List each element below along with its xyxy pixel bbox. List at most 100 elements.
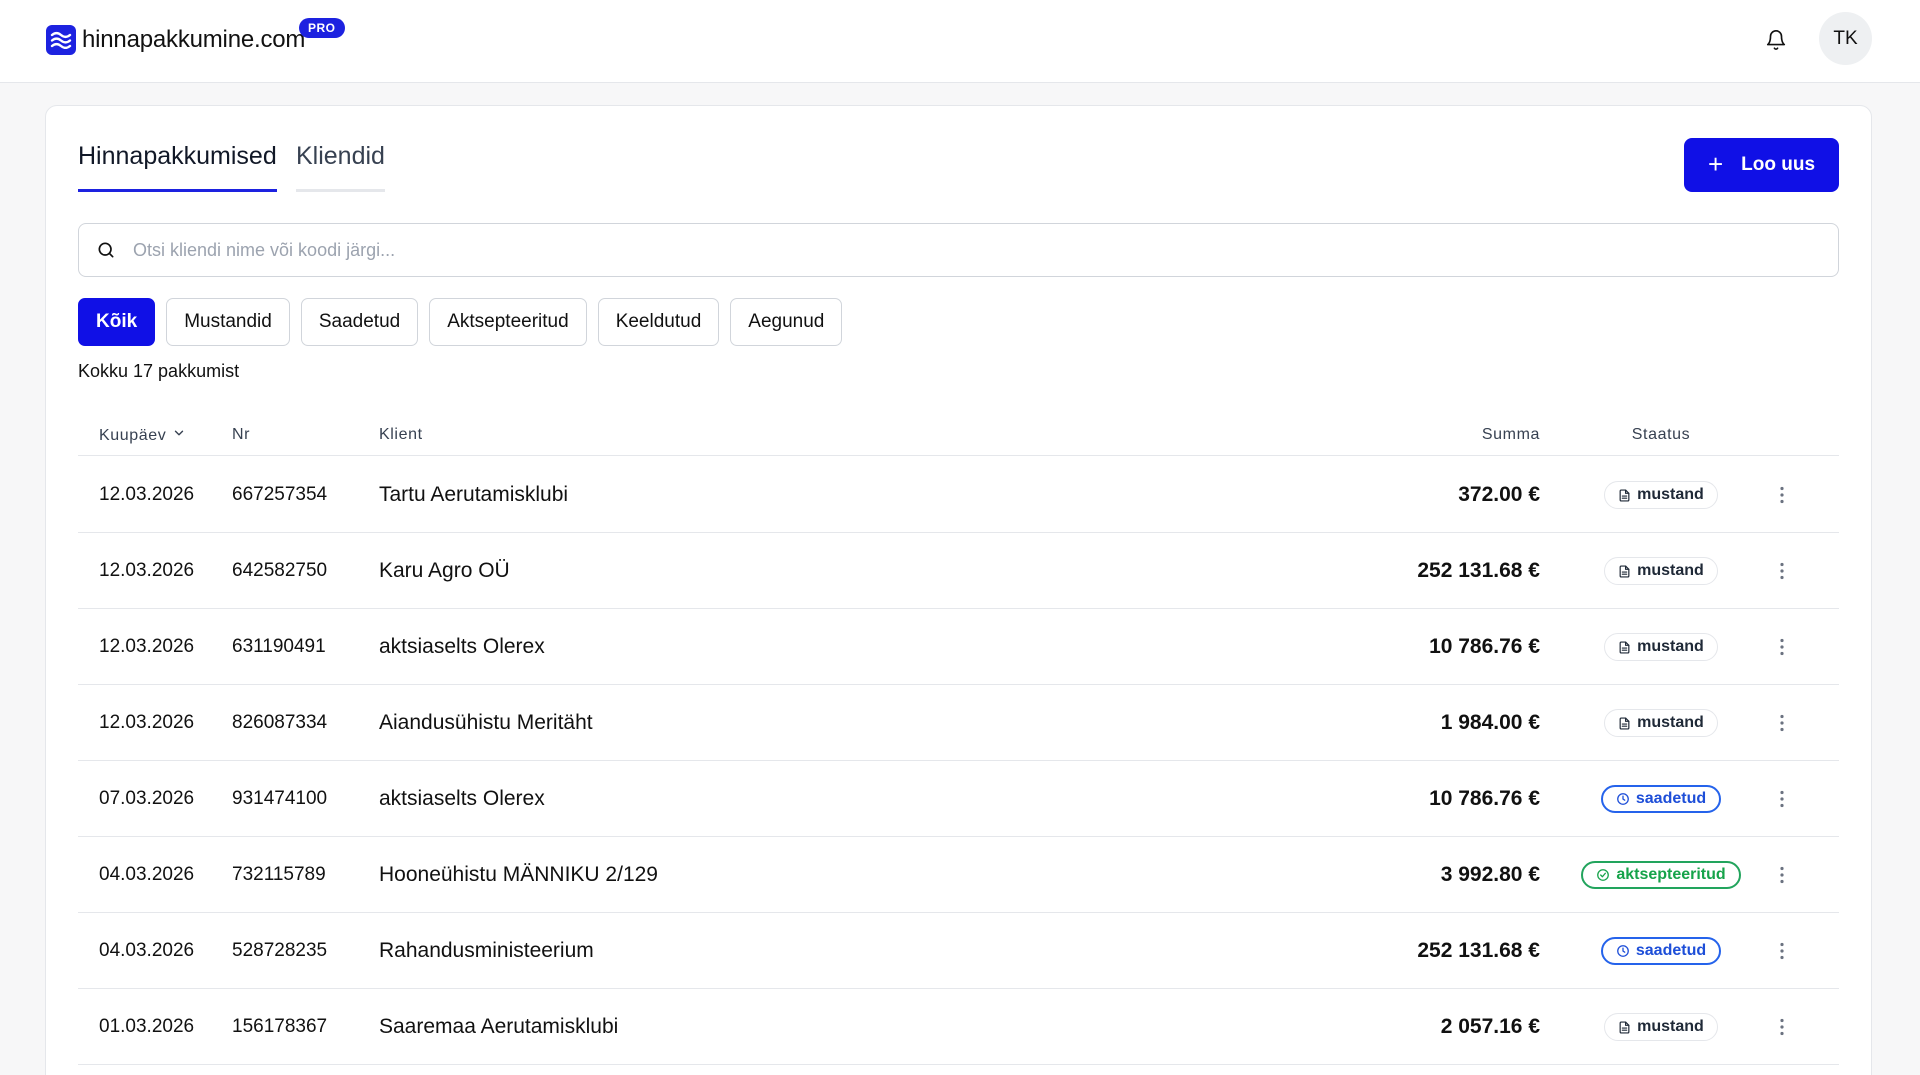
table-row[interactable]: 07.03.2026 931474100 aktsiaselts Olerex 10 … <box>78 761 1839 837</box>
column-sum: Summa <box>1481 426 1540 443</box>
logo-text: hinnapakkumine.com <box>82 26 306 53</box>
filter-all[interactable]: Kõik <box>78 298 156 346</box>
create-new-label: Loo uus <box>1741 154 1816 175</box>
search-input[interactable] <box>133 239 1838 261</box>
row-client: Hooneühistu MÄNNIKU 2/129 <box>379 863 658 886</box>
more-vertical-icon[interactable] <box>1770 533 1794 609</box>
row-date: 07.03.2026 <box>99 788 195 809</box>
row-client: Karu Agro OÜ <box>379 559 510 582</box>
status-badge: aktsepteeritud <box>1581 861 1741 889</box>
table-row[interactable]: 12.03.2026 631190491 aktsiaselts Olerex 10 … <box>78 609 1839 685</box>
table-row[interactable]: 04.03.2026 732115789 Hooneühistu MÄNNIKU 2… <box>78 837 1839 913</box>
status-label: mustand <box>1637 486 1704 503</box>
document-icon <box>1618 1020 1631 1034</box>
clock-icon <box>1616 792 1630 806</box>
row-status: saadetud <box>1578 761 1744 837</box>
filter-sent[interactable]: Saadetud <box>300 298 419 346</box>
row-status: saadetud <box>1578 913 1744 989</box>
table-row[interactable]: 01.03.2026 156178367 Saaremaa Aerutamisklu… <box>78 989 1839 1065</box>
row-client: Tartu Aerutamisklubi <box>379 483 569 506</box>
row-sum: 3 992.80 € <box>1440 863 1540 886</box>
more-vertical-icon[interactable] <box>1770 989 1794 1065</box>
more-vertical-icon[interactable] <box>1770 761 1794 837</box>
row-status: mustand <box>1578 457 1744 533</box>
status-badge: mustand <box>1604 1013 1718 1041</box>
row-sum: 1 984.00 € <box>1440 711 1540 734</box>
table-row[interactable]: 12.03.2026 642582750 Karu Agro OÜ 252 131.6… <box>78 533 1839 609</box>
row-date: 04.03.2026 <box>99 940 195 961</box>
bell-icon[interactable] <box>1762 26 1790 54</box>
more-vertical-icon[interactable] <box>1770 609 1794 685</box>
row-sum: 372.00 € <box>1458 483 1540 506</box>
column-status: Staatus <box>1631 426 1691 443</box>
document-icon <box>1618 488 1631 502</box>
row-sum: 252 131.68 € <box>1417 559 1540 582</box>
row-nr: 826087334 <box>232 712 328 733</box>
row-status: aktsepteeritud <box>1578 837 1744 913</box>
document-icon <box>1618 640 1631 654</box>
filter-drafts[interactable]: Mustandid <box>166 298 290 346</box>
filter-accepted[interactable]: Aktsepteeritud <box>429 298 587 346</box>
row-nr: 931474100 <box>232 788 328 809</box>
row-sum: 252 131.68 € <box>1417 939 1540 962</box>
row-nr: 732115789 <box>232 864 326 885</box>
row-sum: 10 786.76 € <box>1429 787 1540 810</box>
document-icon <box>1618 564 1631 578</box>
row-date: 01.03.2026 <box>99 1016 195 1037</box>
tab-quotes[interactable]: Hinnapakkumised <box>78 142 277 192</box>
row-client: Saaremaa Aerutamisklubi <box>379 1015 619 1038</box>
top-bar: hinnapakkumine.com PRO TK <box>0 0 1920 83</box>
search-box <box>78 223 1839 277</box>
status-badge: saadetud <box>1600 785 1722 813</box>
column-date-label: Kuupäev <box>99 426 167 444</box>
chevron-down-icon <box>172 426 186 445</box>
column-date[interactable]: Kuupäev <box>99 426 186 445</box>
table-header: Kuupäev Nr Klient Summa Staatus <box>78 416 1839 456</box>
status-label: aktsepteeritud <box>1616 866 1726 883</box>
row-date: 12.03.2026 <box>99 636 195 657</box>
row-date: 12.03.2026 <box>99 484 195 505</box>
status-badge: mustand <box>1604 633 1718 661</box>
status-filters: Kõik Mustandid Saadetud Aktsepteeritud K… <box>78 298 843 346</box>
total-count: Kokku 17 pakkumist <box>78 361 240 381</box>
more-vertical-icon[interactable] <box>1770 457 1794 533</box>
logo[interactable]: hinnapakkumine.com <box>46 25 305 55</box>
avatar[interactable]: TK <box>1819 12 1872 65</box>
table-row[interactable]: 12.03.2026 826087334 Aiandusühistu Meritäh… <box>78 685 1839 761</box>
table-row[interactable]: 04.03.2026 528728235 Rahandusministeerium 2… <box>78 913 1839 989</box>
row-status: mustand <box>1578 609 1744 685</box>
search-icon <box>95 239 117 261</box>
row-client: aktsiaselts Olerex <box>379 787 545 810</box>
status-badge: mustand <box>1604 557 1718 585</box>
tab-clients[interactable]: Kliendid <box>296 142 385 192</box>
filter-declined[interactable]: Keeldutud <box>597 298 720 346</box>
row-nr: 156178367 <box>232 1016 328 1037</box>
row-status: mustand <box>1578 989 1744 1065</box>
waves-icon <box>46 25 76 55</box>
row-date: 12.03.2026 <box>99 560 195 581</box>
create-new-button[interactable]: + Loo uus <box>1684 138 1839 192</box>
row-nr: 667257354 <box>232 484 328 505</box>
row-client: Aiandusühistu Meritäht <box>379 711 593 734</box>
row-sum: 10 786.76 € <box>1429 635 1540 658</box>
status-badge: saadetud <box>1600 937 1722 965</box>
row-nr: 528728235 <box>232 940 328 961</box>
table-row[interactable]: 12.03.2026 667257354 Tartu Aerutamisklubi 3… <box>78 457 1839 533</box>
plus-icon: + <box>1707 149 1724 179</box>
status-label: mustand <box>1637 1018 1704 1035</box>
status-label: saadetud <box>1635 942 1707 959</box>
status-label: mustand <box>1637 714 1704 731</box>
status-label: mustand <box>1637 638 1704 655</box>
row-client: aktsiaselts Olerex <box>379 635 545 658</box>
more-vertical-icon[interactable] <box>1770 685 1794 761</box>
more-vertical-icon[interactable] <box>1770 837 1794 913</box>
status-label: saadetud <box>1635 790 1707 807</box>
status-label: mustand <box>1637 562 1704 579</box>
column-nr: Nr <box>232 426 251 443</box>
more-vertical-icon[interactable] <box>1770 913 1794 989</box>
filter-expired[interactable]: Aegunud <box>730 298 843 346</box>
status-badge: mustand <box>1604 709 1718 737</box>
row-client: Rahandusministeerium <box>379 939 594 962</box>
pro-badge: PRO <box>299 18 345 38</box>
clock-icon <box>1616 944 1630 958</box>
